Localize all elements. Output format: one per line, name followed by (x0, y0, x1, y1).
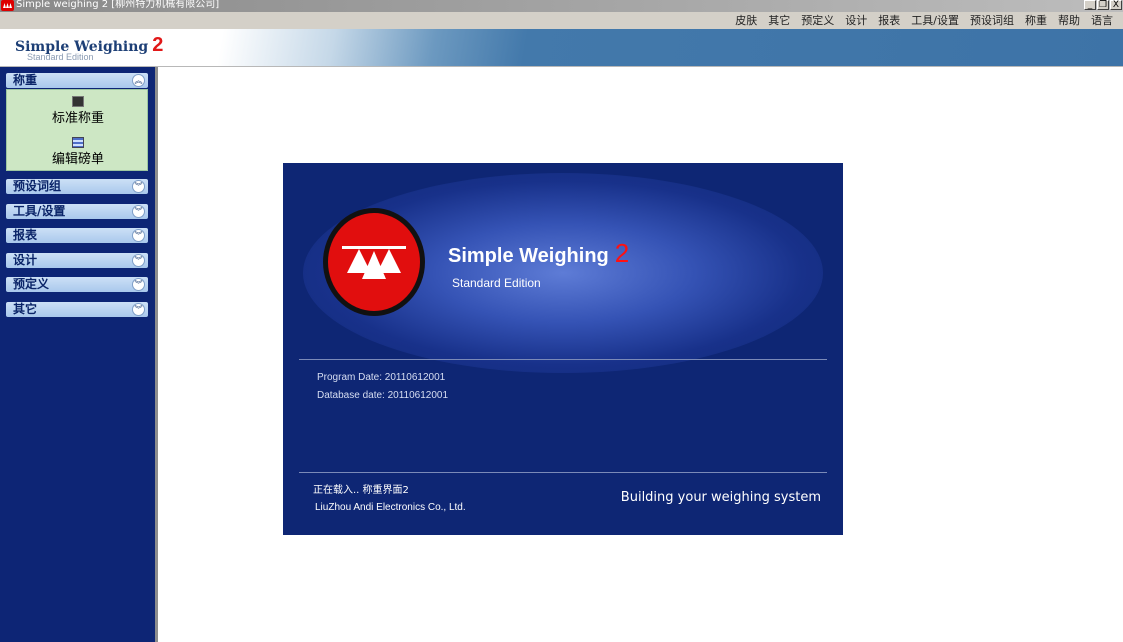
panel-weighing-label: 称重 (13, 73, 38, 87)
tool-standard-weighing-label: 标准称重 (51, 111, 104, 126)
menu-items: 皮肤 其它 预定义 设计 报表 工具/设置 预设词组 称重 帮助 语言 (735, 13, 1113, 28)
menu-item-help[interactable]: 帮助 (1058, 13, 1080, 28)
expand-icon[interactable]: ︾ (133, 230, 144, 241)
panel-tools-settings[interactable]: 工具/设置 ︾ (6, 204, 148, 219)
menu-item-reports[interactable]: 报表 (878, 13, 900, 28)
splash-title: Simple Weighing 2 (448, 238, 629, 269)
expand-icon[interactable]: ︾ (133, 304, 144, 315)
panel-other-label: 其它 (13, 302, 38, 316)
panel-reports[interactable]: 报表 ︾ (6, 228, 148, 243)
tool-edit-ticket[interactable]: 编辑磅单 (7, 137, 149, 167)
company-name: LiuZhou Andi Electronics Co., Ltd. (315, 502, 466, 513)
database-date: Database date: 20110612001 (317, 390, 449, 401)
menu-bar: 皮肤 其它 预定义 设计 报表 工具/设置 预设词组 称重 帮助 语言 (0, 12, 1123, 29)
panel-weighing[interactable]: 称重 ︽ (6, 73, 148, 88)
splash-slogan: Building your weighing system (620, 490, 821, 505)
panel-preset-phrases[interactable]: 预设词组 ︾ (6, 179, 148, 194)
expand-icon[interactable]: ︾ (133, 279, 144, 290)
brand-edition: Standard Edition (27, 52, 94, 62)
close-button[interactable]: X (1110, 0, 1122, 10)
scale-logo-glyph (342, 246, 406, 279)
banner-divider (0, 66, 1123, 67)
panel-reports-label: 报表 (13, 228, 38, 242)
splash-title-text: Simple Weighing (448, 245, 609, 267)
restore-button[interactable]: ❐ (1097, 0, 1109, 10)
panel-tools-settings-label: 工具/设置 (13, 204, 66, 218)
panel-design[interactable]: 设计 ︾ (6, 253, 148, 268)
panel-predefine-label: 预定义 (13, 277, 50, 291)
expand-icon[interactable]: ︾ (133, 181, 144, 192)
splash-screen: Simple Weighing 2 Standard Edition Progra… (283, 163, 843, 535)
menu-item-other[interactable]: 其它 (768, 13, 790, 28)
panel-weighing-body: 标准称重 编辑磅单 (6, 89, 148, 171)
expand-icon[interactable]: ︾ (133, 255, 144, 266)
brand-version: 2 (152, 34, 164, 56)
menu-item-design[interactable]: 设计 (845, 13, 867, 28)
panel-other[interactable]: 其它 ︾ (6, 302, 148, 317)
splash-divider-top (299, 359, 827, 360)
sidebar-splitter[interactable] (155, 67, 158, 642)
window-controls: _ ❐ X (1084, 0, 1122, 10)
collapse-icon[interactable]: ︽ (133, 75, 144, 86)
menu-item-language[interactable]: 语言 (1091, 13, 1113, 28)
tool-edit-ticket-label: 编辑磅单 (51, 152, 104, 167)
program-date: Program Date: 20110612001 (317, 372, 446, 383)
panel-design-label: 设计 (13, 253, 38, 267)
menu-item-tools[interactable]: 工具/设置 (911, 13, 959, 28)
splash-title-version: 2 (614, 238, 630, 268)
tool-standard-weighing[interactable]: 标准称重 (7, 96, 149, 126)
menu-item-weighing[interactable]: 称重 (1025, 13, 1047, 28)
window-title: Simple weighing 2 [柳州特力机械有限公司] (16, 0, 220, 10)
expand-icon[interactable]: ︾ (133, 206, 144, 217)
scale-logo-face (328, 213, 420, 311)
menu-item-preset-phrases[interactable]: 预设词组 (970, 13, 1014, 28)
menu-item-skin[interactable]: 皮肤 (735, 13, 757, 28)
splash-divider-bottom (299, 472, 827, 473)
scale-logo-icon (323, 208, 425, 316)
splash-edition: Standard Edition (452, 276, 541, 290)
title-bar: Simple weighing 2 [柳州特力机械有限公司] _ ❐ X (0, 0, 1123, 12)
minimize-button[interactable]: _ (1084, 0, 1096, 10)
loading-status: 正在载入.. 称重界面2 (313, 485, 409, 496)
app-logo-icon[interactable] (1, 0, 14, 11)
monitor-icon (72, 96, 84, 107)
header-banner: Simple Weighing 2 Standard Edition (0, 29, 1123, 66)
list-icon (72, 137, 84, 148)
panel-predefine[interactable]: 预定义 ︾ (6, 277, 148, 292)
panel-preset-phrases-label: 预设词组 (13, 179, 62, 193)
menu-item-predefine[interactable]: 预定义 (801, 13, 834, 28)
